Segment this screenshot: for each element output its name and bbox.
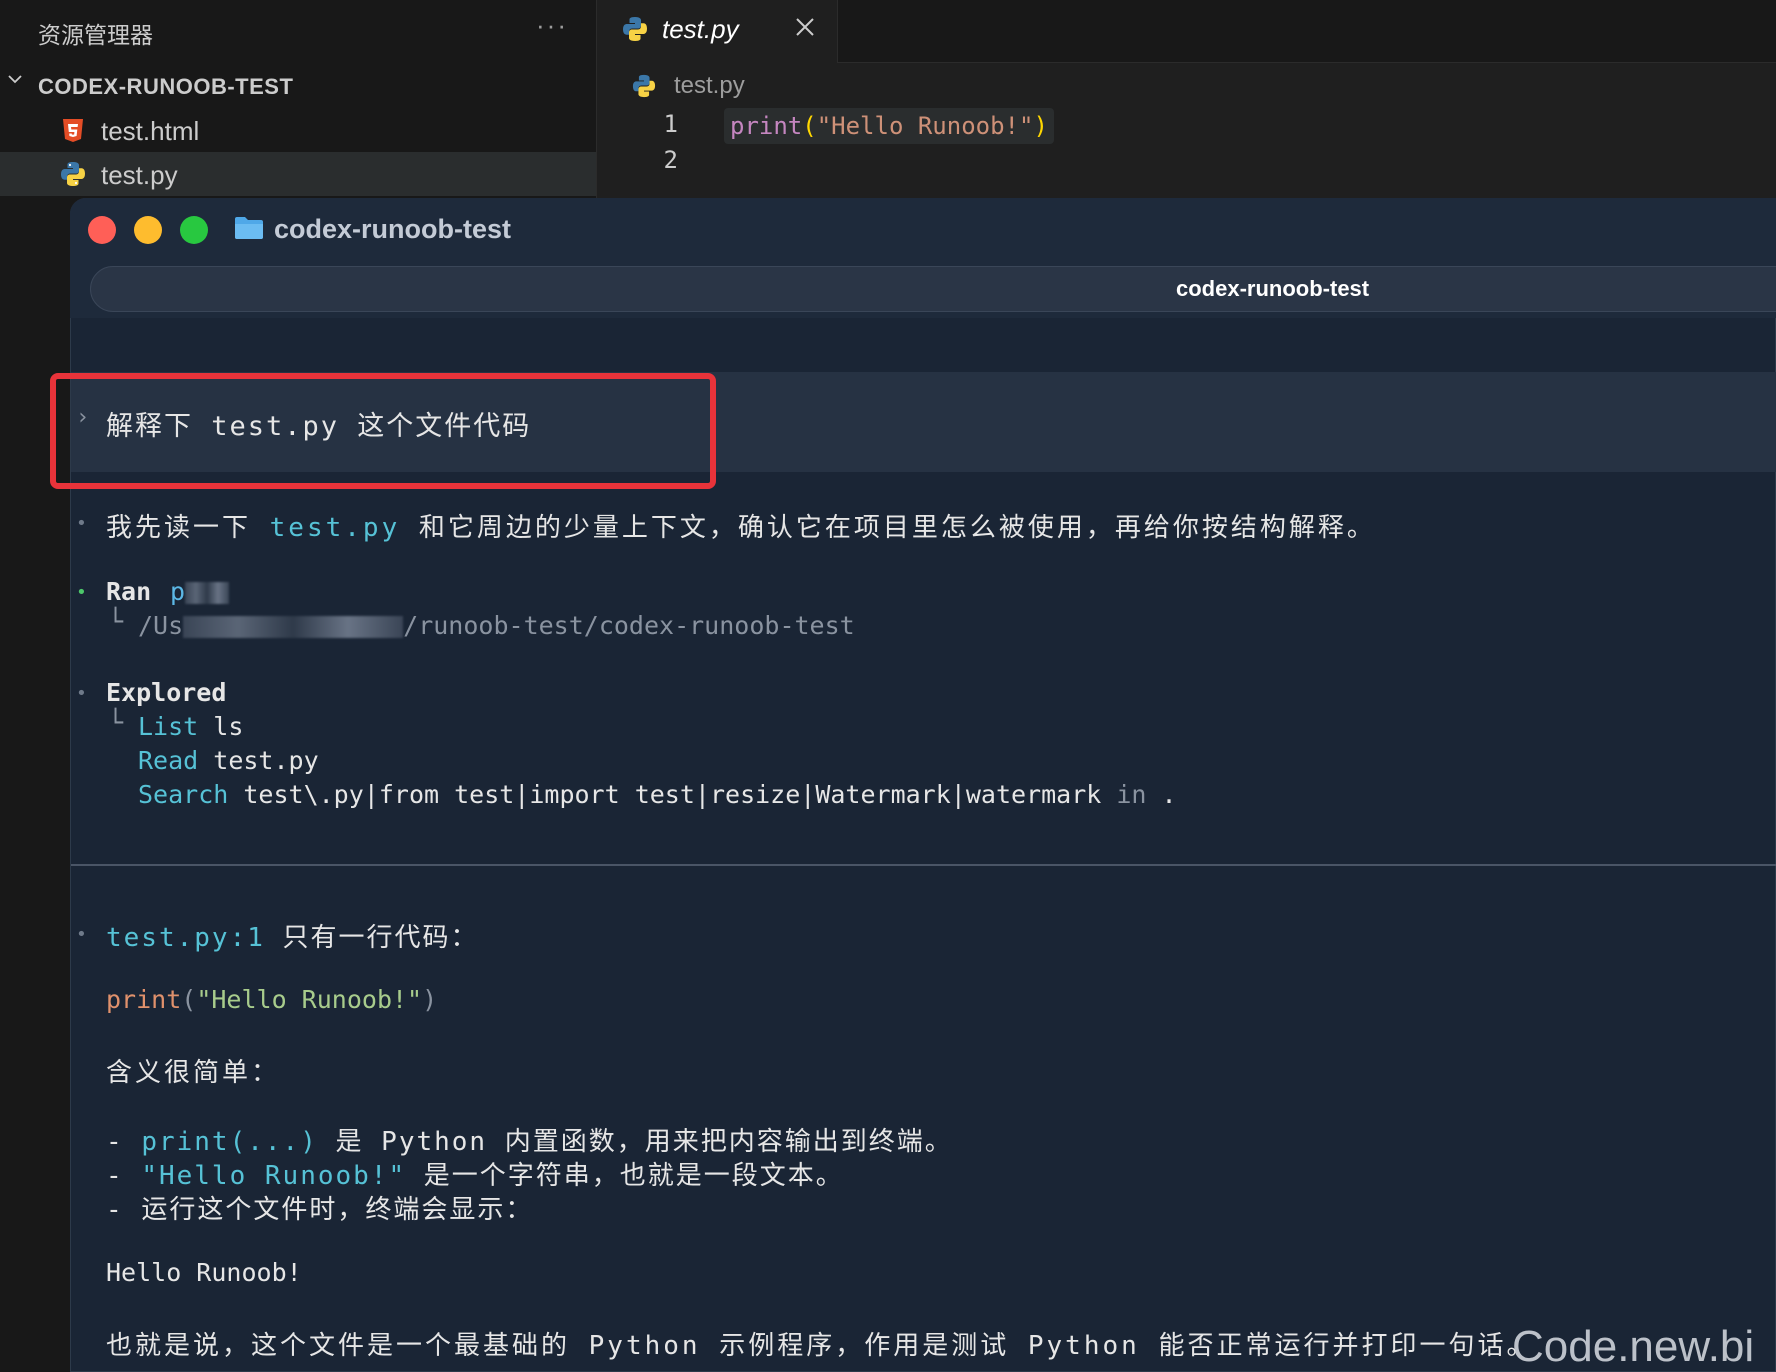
ran-label: Ran <box>106 577 152 606</box>
list-dash: - <box>106 1161 142 1191</box>
message-text: 我先读一下 <box>106 513 270 543</box>
terminal-tab[interactable] <box>90 266 1776 312</box>
html5-icon <box>63 119 83 142</box>
terminal-window-title: codex-runoob-test <box>274 214 512 244</box>
explored-arg: test.py <box>213 746 319 775</box>
summary-text: 也就是说，这个文件是一个最基础的 Python 示例程序，作用是测试 Pytho… <box>106 1331 1536 1361</box>
chevron-down-icon[interactable] <box>8 72 22 86</box>
redacted-text <box>183 616 404 638</box>
project-folder-name[interactable]: CODEX-RUNOOB-TEST <box>38 74 293 100</box>
explanation-point: - "Hello Runoob!" 是一个字符串，也就是一段文本。 <box>106 1155 844 1192</box>
divider <box>71 864 1776 866</box>
explanation-point: - 运行这个文件时，终端会显示： <box>106 1189 533 1226</box>
terminal-tab-title: codex-runoob-test <box>1176 276 1370 301</box>
command-text: p <box>170 577 186 606</box>
code-token-string: "Hello Runoob!" <box>816 112 1034 140</box>
explored-label: Explored <box>106 678 227 707</box>
file-reference[interactable]: test.py:1 <box>106 923 265 953</box>
code-line[interactable]: print("Hello Runoob!") <box>724 108 1054 144</box>
success-bullet: • <box>76 582 87 603</box>
explanation-point: - print(...) 是 Python 内置函数，用来把内容输出到终端。 <box>106 1121 953 1158</box>
message-text: 和它周边的少量上下文，确认它在项目里怎么被使用，再给你按结构解释。 <box>400 513 1376 543</box>
line-number: 1 <box>663 110 678 138</box>
tree-connector: └ <box>108 708 124 737</box>
list-dash: - <box>106 1195 142 1225</box>
explored-item: List ls <box>138 712 243 741</box>
program-output: Hello Runoob! <box>106 1258 302 1287</box>
watermark: Code.new.bi <box>1512 1322 1755 1371</box>
file-item-test-py[interactable]: test.py <box>0 152 596 196</box>
answer-heading: test.py:1 只有一行代码： <box>106 917 479 954</box>
bullet: • <box>76 924 87 945</box>
python-icon <box>61 162 85 186</box>
code-token-string: "Hello Runoob!" <box>196 985 423 1014</box>
code-token-function: print <box>730 112 803 140</box>
assistant-message: 我先读一下 test.py 和它周边的少量上下文，确认它在项目里怎么被使用，再给… <box>106 507 1376 544</box>
path-text: /runoob-test/codex-runoob-test <box>403 611 855 640</box>
point-text: 运行这个文件时，终端会显示： <box>141 1195 534 1225</box>
close-icon[interactable] <box>794 16 816 38</box>
ran-output-path: /Us/runoob-test/codex-runoob-test <box>138 611 855 640</box>
code-token-function: print <box>106 985 182 1014</box>
file-reference[interactable]: test.py <box>270 513 401 543</box>
close-window-button[interactable] <box>88 216 116 244</box>
zoom-window-button[interactable] <box>180 216 208 244</box>
point-text: 是 Python 内置函数，用来把内容输出到终端。 <box>317 1127 953 1157</box>
meaning-text: 含义很简单： <box>106 1058 281 1088</box>
explored-item: Search test\.py|from test|import test|re… <box>138 780 1177 809</box>
explorer-title: 资源管理器 <box>38 22 153 48</box>
inline-code: "Hello Runoob!" <box>141 1161 407 1191</box>
explored-verb: Read <box>138 746 199 775</box>
bullet: • <box>76 683 87 704</box>
bullet: • <box>76 513 87 534</box>
explored-tail: . <box>1161 780 1177 809</box>
file-item-test-html[interactable]: test.html <box>0 108 596 152</box>
inline-code: print(...) <box>141 1127 318 1157</box>
tab-label: test.py <box>662 14 739 44</box>
list-dash: - <box>106 1127 142 1157</box>
explored-item: Read test.py <box>138 746 319 775</box>
code-token-paren: ) <box>422 985 438 1014</box>
file-item-label: test.py <box>101 160 178 190</box>
breadcrumb[interactable]: test.py <box>674 72 745 100</box>
explored-verb: Search <box>138 780 229 809</box>
python-icon <box>623 17 647 41</box>
explored-arg: test\.py|from test|import test|resize|Wa… <box>243 780 1102 809</box>
folder-icon <box>235 217 263 239</box>
tree-connector: └ <box>108 607 124 636</box>
python-icon <box>632 74 656 98</box>
ran-command: p <box>170 577 230 606</box>
redacted-text <box>185 582 230 604</box>
explored-arg: ls <box>213 712 244 741</box>
message-text: 只有一行代码： <box>264 923 479 953</box>
code-token-paren: ( <box>181 985 197 1014</box>
explored-verb: List <box>138 712 199 741</box>
line-number: 2 <box>663 146 678 174</box>
minimize-window-button[interactable] <box>134 216 162 244</box>
explored-suffix: in <box>1116 780 1147 809</box>
highlight-box <box>50 373 716 489</box>
path-text: /Us <box>138 611 184 640</box>
file-item-label: test.html <box>101 116 200 146</box>
point-text: 是一个字符串，也就是一段文本。 <box>406 1161 844 1191</box>
more-actions-icon[interactable]: ··· <box>536 10 568 41</box>
code-snippet: print("Hello Runoob!") <box>106 985 437 1014</box>
code-token-paren: ) <box>1033 112 1048 140</box>
code-token-paren: ( <box>802 112 817 140</box>
